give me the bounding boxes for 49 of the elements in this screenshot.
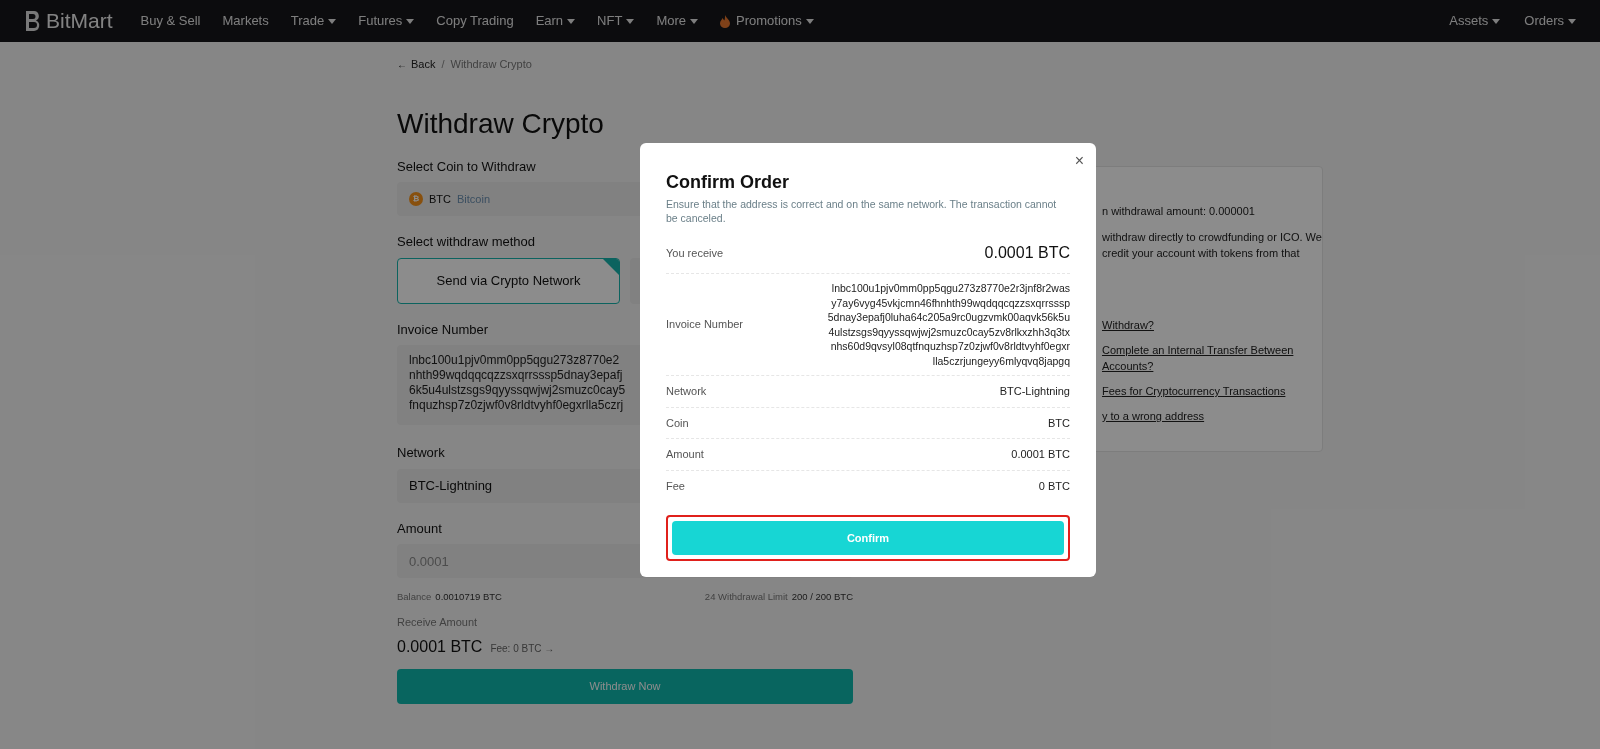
nav-link[interactable]: Assets: [1449, 11, 1501, 31]
help-link[interactable]: y to a wrong address: [1102, 408, 1317, 424]
close-button[interactable]: ×: [1074, 149, 1084, 173]
receive-label: Receive Amount: [397, 615, 479, 631]
page-title: Withdraw Crypto: [397, 106, 605, 141]
breadcrumb-current: Withdraw Crypto: [450, 57, 532, 72]
nav-link[interactable]: Trade: [290, 11, 337, 31]
method-option[interactable]: Send via Crypto Network: [397, 257, 620, 304]
receive-value: 0.0001 BTC: [397, 636, 483, 657]
limit-value: 200 / 200 BTC: [791, 590, 853, 604]
field-label: Select Coin to Withdraw: [397, 157, 536, 176]
flame-icon: [720, 14, 730, 28]
logo-icon: [24, 10, 40, 32]
row-value: 0.0001 BTC: [1011, 447, 1070, 462]
nav-link[interactable]: More: [656, 11, 698, 31]
row-label: You receive: [666, 245, 724, 261]
help-link[interactable]: Fees for Cryptocurrency Transactions: [1102, 383, 1317, 399]
nav-link[interactable]: Orders: [1524, 11, 1576, 31]
field-label: Amount: [397, 519, 442, 538]
breadcrumb-separator: /: [441, 57, 445, 72]
back-link[interactable]: ← Back: [397, 56, 436, 73]
nav-link[interactable]: Markets: [222, 11, 269, 31]
nav-link[interactable]: Earn: [535, 11, 576, 31]
help-link[interactable]: Complete an Internal Transfer Between Accounts?: [1102, 342, 1317, 374]
row-value: BTC: [1048, 415, 1070, 431]
row-value: 0.0001 BTC: [984, 243, 1070, 263]
field-label: Invoice Number: [397, 320, 489, 339]
field-label: Network: [397, 444, 445, 462]
brand-name[interactable]: BitMart: [46, 5, 113, 37]
balance-value: 0.0010719 BTC: [435, 590, 502, 604]
nav-link[interactable]: NFT: [597, 11, 635, 31]
field-label: Select withdraw method: [397, 233, 535, 251]
balance-label: Balance: [397, 590, 432, 604]
info-text: n withdrawal amount: 0.000001: [1102, 204, 1256, 219]
row-label: Network: [666, 384, 707, 399]
info-text: withdraw directly to crowdfunding or ICO. We credit your account with tokens from that: [1102, 230, 1322, 261]
fee-link[interactable]: Fee: 0 BTC →: [490, 640, 555, 656]
row-label: Fee: [666, 478, 685, 494]
row-label: Amount: [666, 447, 704, 462]
row-label: Invoice Number: [666, 317, 744, 333]
nav-link[interactable]: Promotions: [720, 11, 814, 31]
help-link[interactable]: Withdraw?: [1102, 317, 1317, 333]
nav-link[interactable]: Buy & Sell: [140, 11, 201, 31]
row-value: 0 BTC: [1038, 478, 1070, 494]
nav-link[interactable]: Copy Trading: [436, 11, 514, 31]
nav-link[interactable]: Futures: [358, 11, 415, 31]
row-value: BTC-Lightning: [999, 384, 1070, 399]
limit-label: 24 Withdrawal Limit: [704, 590, 788, 604]
bitcoin-icon: ₿: [409, 192, 423, 206]
